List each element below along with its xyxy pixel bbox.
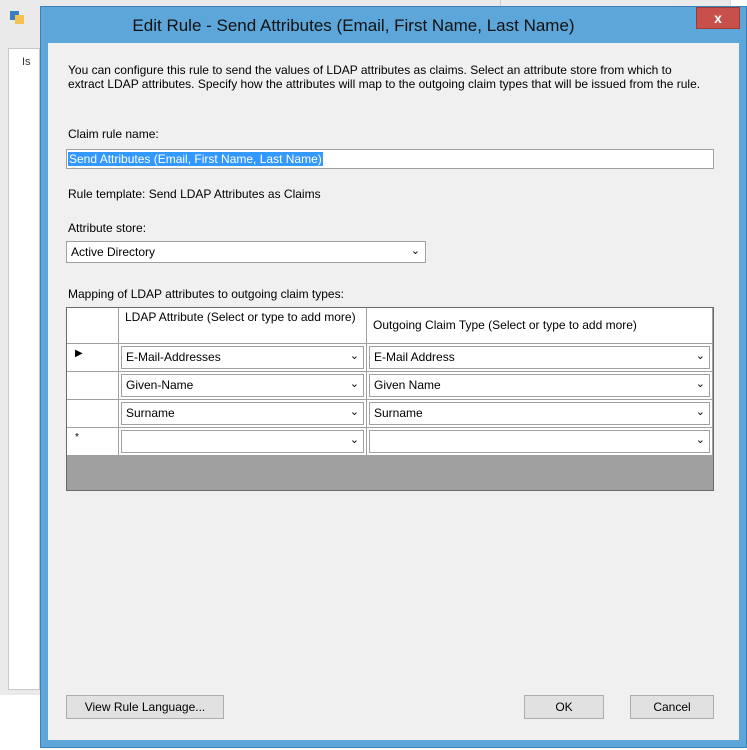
current-row-icon: ▶ [75,348,83,359]
view-rule-language-button[interactable]: View Rule Language... [66,695,224,719]
ldap-attribute-cell[interactable]: E-Mail-Addresses ⌄ [119,344,367,372]
background-tab-label: Is [22,56,31,68]
claim-type-cell[interactable]: Surname ⌄ [367,400,713,428]
ldap-attribute-value: Surname [126,406,175,420]
chevron-down-icon[interactable]: ⌄ [696,433,705,446]
attribute-store-select[interactable]: Active Directory ⌄ [66,241,426,263]
ldap-attribute-combo[interactable]: Given-Name ⌄ [121,374,364,397]
row-header[interactable] [67,400,119,428]
chevron-down-icon[interactable]: ⌄ [696,377,705,390]
ldap-attribute-value: E-Mail-Addresses [126,350,221,364]
claim-rule-name-label: Claim rule name: [68,127,159,141]
grid-header-claim-label: Outgoing Claim Type (Select or type to a… [373,318,637,332]
table-row: ▶ E-Mail-Addresses ⌄ E-Mail Address ⌄ [67,344,713,372]
dialog-body: You can configure this rule to send the … [48,43,739,740]
ldap-attribute-combo[interactable]: ⌄ [121,430,364,453]
dialog-title: Edit Rule - Send Attributes (Email, Firs… [132,16,575,35]
description-text: You can configure this rule to send the … [68,63,701,91]
grid-header-row: LDAP Attribute (Select or type to add mo… [67,308,713,344]
app-icon [10,11,24,24]
close-icon: x [714,10,722,26]
row-header[interactable] [67,372,119,400]
chevron-down-icon[interactable]: ⌄ [350,405,359,418]
chevron-down-icon[interactable]: ⌄ [696,349,705,362]
close-button[interactable]: x [696,7,740,29]
claim-type-combo[interactable]: E-Mail Address ⌄ [369,346,710,369]
claim-type-combo[interactable]: Surname ⌄ [369,402,710,425]
row-header[interactable]: ▶ [67,344,119,372]
table-row: * ⌄ ⌄ [67,428,713,456]
ldap-attribute-value: Given-Name [126,378,194,392]
claim-type-cell[interactable]: Given Name ⌄ [367,372,713,400]
ldap-attribute-cell[interactable]: Given-Name ⌄ [119,372,367,400]
ldap-attribute-cell[interactable]: ⌄ [119,428,367,456]
table-row: Surname ⌄ Surname ⌄ [67,400,713,428]
claim-rule-name-value: Send Attributes (Email, First Name, Last… [68,152,323,166]
mapping-grid: LDAP Attribute (Select or type to add mo… [66,307,714,491]
chevron-down-icon[interactable]: ⌄ [696,405,705,418]
table-row: Given-Name ⌄ Given Name ⌄ [67,372,713,400]
claim-type-value: Surname [374,406,423,420]
ok-button[interactable]: OK [524,695,604,719]
edit-rule-dialog: Edit Rule - Send Attributes (Email, Firs… [40,6,747,748]
grid-corner-cell [67,308,119,344]
grid-header-claim[interactable]: Outgoing Claim Type (Select or type to a… [367,308,713,344]
rule-template-text: Rule template: Send LDAP Attributes as C… [68,187,321,201]
claim-type-cell[interactable]: E-Mail Address ⌄ [367,344,713,372]
ldap-attribute-cell[interactable]: Surname ⌄ [119,400,367,428]
ldap-attribute-combo[interactable]: Surname ⌄ [121,402,364,425]
background-panel [8,48,40,690]
grid-header-ldap-label: LDAP Attribute (Select or type to add mo… [125,310,356,324]
chevron-down-icon[interactable]: ⌄ [350,349,359,362]
claim-type-value: E-Mail Address [374,350,455,364]
new-row-icon: * [75,432,79,443]
claim-type-combo[interactable]: ⌄ [369,430,710,453]
chevron-down-icon[interactable]: ⌄ [350,433,359,446]
mapping-label: Mapping of LDAP attributes to outgoing c… [68,287,344,301]
attribute-store-value: Active Directory [71,245,156,259]
attribute-store-label: Attribute store: [68,221,147,235]
row-header[interactable]: * [67,428,119,456]
chevron-down-icon[interactable]: ⌄ [350,377,359,390]
title-bar[interactable]: Edit Rule - Send Attributes (Email, Firs… [41,7,746,43]
cancel-button[interactable]: Cancel [630,695,714,719]
grid-header-ldap[interactable]: LDAP Attribute (Select or type to add mo… [119,308,367,344]
chevron-down-icon: ⌄ [410,245,420,257]
claim-type-cell[interactable]: ⌄ [367,428,713,456]
claim-type-value: Given Name [374,378,441,392]
ldap-attribute-combo[interactable]: E-Mail-Addresses ⌄ [121,346,364,369]
claim-type-combo[interactable]: Given Name ⌄ [369,374,710,397]
claim-rule-name-input[interactable]: Send Attributes (Email, First Name, Last… [66,149,714,169]
